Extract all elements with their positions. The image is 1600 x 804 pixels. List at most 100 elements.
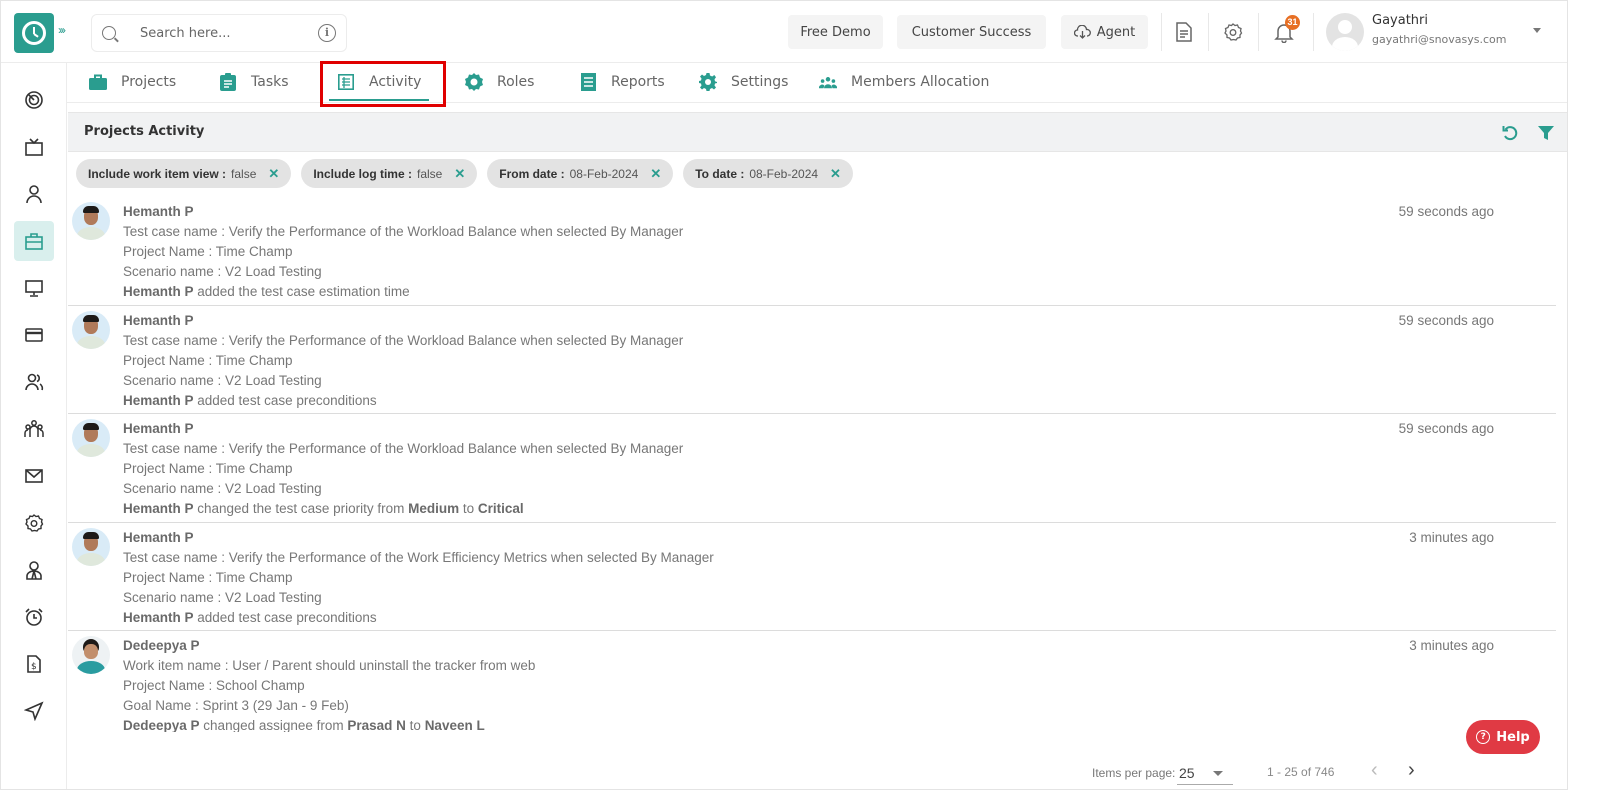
- alarm-icon: [25, 608, 43, 626]
- sidebar-item-tv[interactable]: [14, 127, 54, 167]
- free-demo-button[interactable]: Free Demo: [788, 15, 883, 49]
- activity-actor: Hemanth P: [123, 501, 194, 516]
- activity-scenario-name: Scenario name : V2 Load Testing: [123, 481, 322, 496]
- reports-icon: [579, 73, 597, 91]
- tab-projects[interactable]: Projects: [89, 63, 176, 101]
- tab-label: Members Allocation: [851, 74, 990, 90]
- sidebar-item-users[interactable]: [14, 362, 54, 402]
- sidebar-item-projects[interactable]: [14, 221, 54, 261]
- activity-description: Hemanth P added the test case estimation…: [123, 284, 410, 299]
- activity-project-name: Project Name : School Champ: [123, 678, 305, 693]
- search-icon: [102, 26, 116, 40]
- monitor-icon: [25, 280, 43, 297]
- svg-text:$: $: [31, 662, 37, 672]
- activity-goal-name: Goal Name : Sprint 3 (29 Jan - 9 Feb): [123, 698, 349, 713]
- briefcase-icon: [89, 73, 107, 91]
- search-input[interactable]: [140, 25, 310, 41]
- send-icon: [24, 701, 44, 721]
- document-icon[interactable]: [1171, 19, 1197, 45]
- tab-tasks[interactable]: Tasks: [219, 63, 289, 101]
- activity-time: 3 minutes ago: [1409, 638, 1494, 653]
- sidebar-item-profile[interactable]: [14, 174, 54, 214]
- tab-label: Projects: [121, 74, 177, 90]
- team-icon: [24, 420, 44, 437]
- agent-button[interactable]: Agent: [1061, 15, 1148, 49]
- tab-settings[interactable]: Settings: [699, 63, 788, 101]
- user-avatar[interactable]: [1326, 13, 1364, 51]
- info-icon[interactable]: i: [318, 24, 336, 42]
- sidebar-item-employee[interactable]: [14, 550, 54, 590]
- activity-project-name: Project Name : Time Champ: [123, 244, 293, 259]
- sidebar-item-invoice[interactable]: $: [14, 644, 54, 684]
- activity-user: Hemanth P: [123, 421, 194, 436]
- activity-item: Hemanth P Test case name : Verify the Pe…: [68, 197, 1556, 306]
- sidebar-item-monitor[interactable]: [14, 268, 54, 308]
- activity-scenario-name: Scenario name : V2 Load Testing: [123, 372, 322, 388]
- activity-project-name: Project Name : Time Champ: [123, 352, 293, 368]
- remove-filter-icon[interactable]: ✕: [268, 166, 279, 182]
- customer-success-button[interactable]: Customer Success: [897, 15, 1046, 49]
- expand-sidebar-icon[interactable]: ›››: [58, 23, 66, 37]
- filter-value: false: [416, 166, 443, 181]
- filter-chips: Include work item view : false ✕ Include…: [76, 159, 853, 188]
- refresh-icon[interactable]: [1501, 124, 1519, 142]
- filter-chip: From date : 08-Feb-2024 ✕: [487, 159, 674, 188]
- settings-gear-icon[interactable]: [1220, 19, 1246, 45]
- activity-to-label: to: [459, 501, 478, 516]
- avatar: [72, 202, 110, 240]
- activity-from-value: Medium: [408, 501, 460, 516]
- next-page-button[interactable]: ›: [1408, 759, 1415, 782]
- sidebar-item-send[interactable]: [14, 691, 54, 731]
- user-menu-caret-icon[interactable]: [1533, 28, 1541, 33]
- tab-roles[interactable]: Roles: [465, 63, 534, 101]
- activity-list[interactable]: Hemanth P Test case name : Verify the Pe…: [68, 197, 1556, 732]
- filter-chip: Include log time : false ✕: [301, 159, 478, 188]
- previous-page-button[interactable]: ‹: [1371, 759, 1378, 782]
- notification-count-badge: 31: [1285, 15, 1300, 30]
- filter-value: 08-Feb-2024: [569, 166, 639, 181]
- app-window: ››› i Free Demo Customer Success Agent 3…: [0, 0, 1568, 790]
- activity-action: changed the test case priority from: [193, 501, 409, 516]
- tab-label: Roles: [497, 74, 535, 90]
- activity-item-name: Test case name : Verify the Performance …: [123, 441, 684, 456]
- activity-time: 59 seconds ago: [1398, 204, 1494, 219]
- activity-action: added the test case estimation time: [193, 284, 410, 299]
- activity-item-name: Work item name : User / Parent should un…: [123, 658, 536, 673]
- divider: [1208, 13, 1209, 51]
- activity-time: 59 seconds ago: [1398, 312, 1494, 328]
- question-icon: ?: [1476, 730, 1491, 744]
- activity-item-name: Test case name : Verify the Performance …: [123, 332, 684, 348]
- avatar: [72, 527, 110, 566]
- sidebar-item-settings[interactable]: [14, 503, 54, 543]
- sidebar-item-team[interactable]: [14, 409, 54, 449]
- activity-to-value: Naveen L: [424, 718, 485, 732]
- sidebar-item-billing[interactable]: [14, 315, 54, 355]
- activity-user: Hemanth P: [123, 204, 194, 219]
- items-per-page-select[interactable]: 25: [1177, 761, 1233, 785]
- credit-card-icon: [25, 328, 43, 342]
- app-logo[interactable]: [14, 13, 54, 53]
- clipboard-icon: [219, 73, 237, 91]
- sidebar: $: [1, 63, 67, 789]
- remove-filter-icon[interactable]: ✕: [454, 166, 465, 182]
- gear-icon: [699, 73, 717, 91]
- notification-bell-icon[interactable]: 31: [1271, 15, 1300, 45]
- invoice-icon: $: [27, 655, 41, 673]
- search-box: i: [91, 14, 347, 52]
- sidebar-item-alarm[interactable]: [14, 597, 54, 637]
- tab-members-allocation[interactable]: Members Allocation: [819, 63, 989, 101]
- tab-bar: Projects Tasks Activity Roles Reports Se…: [67, 63, 1567, 103]
- activity-user: Hemanth P: [123, 529, 194, 545]
- tab-label: Reports: [611, 74, 665, 90]
- activity-item: Hemanth P Test case name : Verify the Pe…: [68, 523, 1556, 631]
- sidebar-item-dashboard[interactable]: [14, 80, 54, 120]
- divider: [1161, 13, 1162, 51]
- filter-icon[interactable]: [1537, 124, 1555, 142]
- sidebar-item-mail[interactable]: [14, 456, 54, 496]
- dashboard-icon: [25, 91, 43, 109]
- remove-filter-icon[interactable]: ✕: [830, 166, 841, 182]
- help-button[interactable]: ? Help: [1466, 720, 1540, 754]
- filter-value: 08-Feb-2024: [749, 166, 819, 181]
- remove-filter-icon[interactable]: ✕: [650, 166, 661, 182]
- tab-reports[interactable]: Reports: [579, 63, 665, 101]
